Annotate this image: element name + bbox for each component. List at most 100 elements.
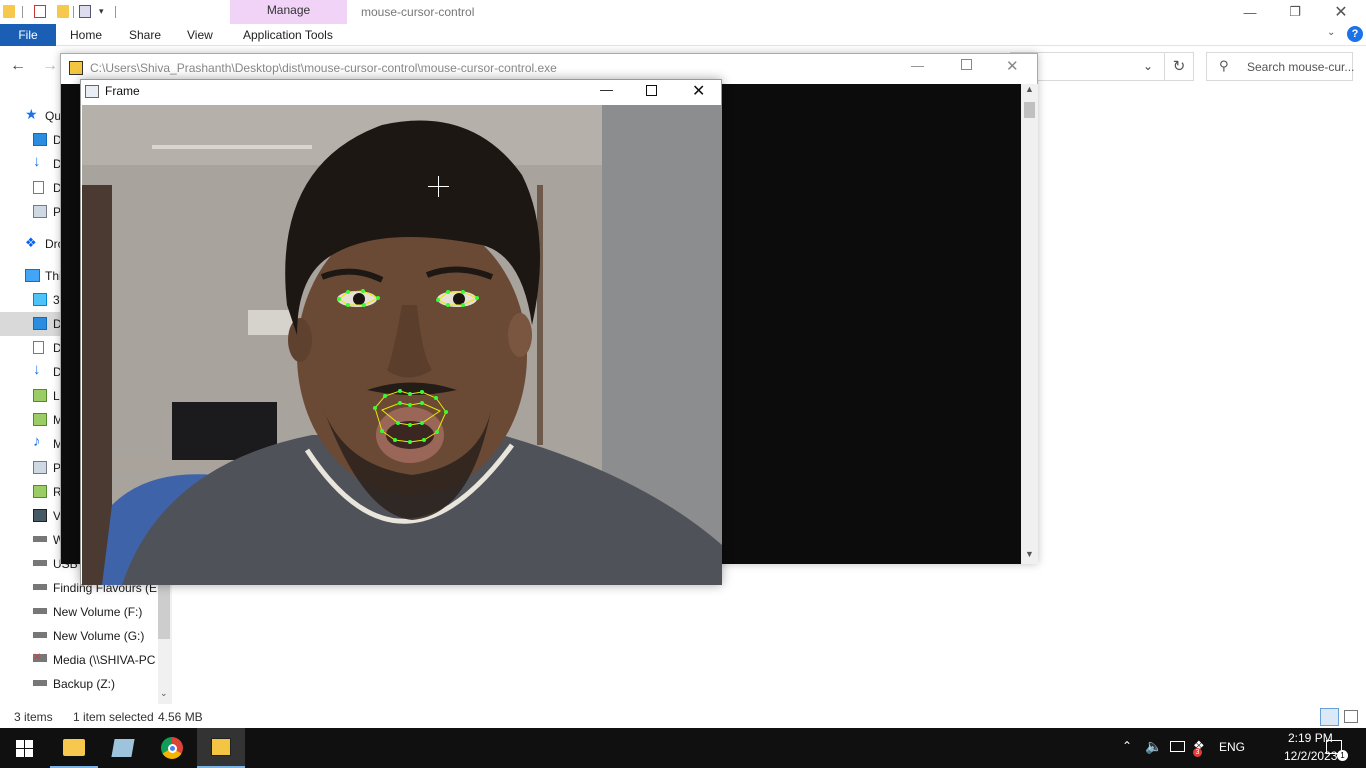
frame-close-button[interactable]: ✕ [692,81,705,101]
taskbar-chrome[interactable] [148,728,196,768]
taskbar-file-explorer[interactable] [50,728,98,768]
nav-item-label: Qu [45,109,62,123]
item-count: 3 items [14,710,53,724]
frame-window[interactable]: Frame — ✕ [80,79,722,585]
console-maximize-button[interactable] [961,59,972,70]
usb-drive-icon [33,560,47,566]
selection-size: 4.56 MB [158,710,203,724]
console-scrollbar-thumb[interactable] [1024,102,1035,118]
large-icons-view-icon[interactable] [1344,710,1358,723]
selection-count: 1 item selected [73,710,154,724]
close-button[interactable]: ✕ [1318,0,1364,24]
nav-item-label: New Volume (G:) [53,629,145,643]
expand-ribbon-chevron-icon[interactable]: ⌄ [1327,27,1335,38]
download-icon: ↓ [33,361,41,378]
address-dropdown-chevron-icon[interactable]: ⌄ [1143,59,1153,73]
file-explorer-icon [63,738,85,756]
folder-icon[interactable] [3,5,15,18]
nav-item-new-volume-f[interactable]: New Volume (F:) [0,600,160,624]
music-icon: ♪ [33,433,41,450]
drive-icon [33,680,47,686]
search-placeholder: Search mouse-cur... [1247,60,1355,74]
drive-icon [33,632,47,638]
separator [73,6,74,18]
status-bar: 3 items 1 item selected 4.56 MB [0,706,1366,728]
details-view-icon[interactable] [1320,708,1339,726]
volume-icon[interactable]: 🔈 [1145,738,1162,755]
network-drive-icon [33,485,47,498]
explorer-title-bar: ▾ Manage mouse-cursor-control — ❐ ✕ [0,0,1366,46]
manage-label: Manage [266,3,311,17]
back-arrow-icon[interactable]: ← [10,57,26,75]
new-folder-icon[interactable] [57,5,69,18]
forward-arrow-icon[interactable]: → [42,57,58,75]
exe-app-icon [69,61,83,75]
tab-share[interactable]: Share [129,28,161,42]
webcam-feed [82,105,722,585]
drive-icon [33,536,47,542]
properties-icon[interactable] [34,5,46,18]
desktop-icon [33,133,47,146]
app-icon [111,739,135,757]
desktop-icon [33,317,47,330]
network-drive-icon [33,389,47,402]
nav-item-label: Backup (Z:) [53,677,116,691]
start-button[interactable] [0,728,48,768]
network-icon[interactable] [1170,741,1185,752]
tab-application-tools[interactable]: Application Tools [243,28,333,42]
tab-file[interactable]: File [0,24,56,46]
chrome-icon [161,737,183,759]
window-title: mouse-cursor-control [361,5,475,19]
nav-item-media[interactable]: ✕ Media (\\SHIVA-PC [0,648,160,672]
console-title: C:\Users\Shiva_Prashanth\Desktop\dist\mo… [90,61,557,75]
nav-scrollbar[interactable]: ⌄ [158,574,172,704]
video-icon [33,509,47,522]
frame-app-icon [85,85,99,98]
nav-item-new-volume-g[interactable]: New Volume (G:) [0,624,160,648]
nav-item-label: L [53,389,60,403]
cube-icon [33,293,47,306]
drive-icon [33,584,47,590]
frame-title: Frame [105,84,140,98]
disconnected-drive-icon: ✕ [33,653,47,663]
ribbon-tab-bar: File Home Share View Application Tools ⌄… [0,24,1366,46]
separator [115,6,116,18]
scroll-up-chevron-icon[interactable]: ▲ [1025,84,1034,94]
console-close-button[interactable]: ✕ [1006,57,1019,75]
rename-icon[interactable] [79,5,91,18]
taskbar-app[interactable] [99,728,147,768]
tray-badge: 3 [1193,748,1202,757]
tab-home[interactable]: Home [70,28,102,42]
python-app-icon [211,738,231,756]
console-scrollbar[interactable]: ▲ ▼ [1021,84,1038,564]
crosshair-cursor-icon [428,186,449,187]
minimize-button[interactable]: — [1227,0,1273,24]
refresh-icon[interactable]: ↻ [1164,52,1194,81]
separator [22,6,23,18]
help-button[interactable]: ? [1347,26,1363,42]
customize-quick-access-chevron-icon[interactable]: ▾ [99,6,104,17]
scroll-down-chevron-icon[interactable]: ⌄ [160,688,168,699]
frame-maximize-button[interactable] [646,85,657,96]
picture-icon [33,205,47,218]
star-icon: ★ [25,106,38,122]
network-drive-icon [33,413,47,426]
document-icon [33,341,44,354]
scroll-down-chevron-icon[interactable]: ▼ [1025,549,1034,559]
nav-item-backup[interactable]: Backup (Z:) [0,672,160,696]
search-icon: ⚲ [1219,58,1229,73]
download-icon: ↓ [33,153,41,170]
console-minimize-button[interactable]: — [911,58,924,73]
taskbar-mouse-cursor-control[interactable] [197,728,245,768]
tab-view[interactable]: View [187,28,213,42]
taskbar: ⌃ 🔈 ❖ 3 ENG 2:19 PM 12/2/2023 1 [0,728,1366,768]
show-hidden-icons-chevron-icon[interactable]: ⌃ [1122,739,1132,753]
frame-minimize-button[interactable]: — [600,82,613,97]
search-input[interactable]: ⚲ Search mouse-cur... [1206,52,1355,81]
restore-button[interactable]: ❐ [1272,0,1318,24]
input-language[interactable]: ENG [1219,740,1245,754]
dropbox-icon: ❖ [25,235,37,250]
nav-item-label: Media (\\SHIVA-PC [53,653,156,667]
nav-item-label: 3 [53,293,60,307]
webcam-feed-image [82,105,722,585]
